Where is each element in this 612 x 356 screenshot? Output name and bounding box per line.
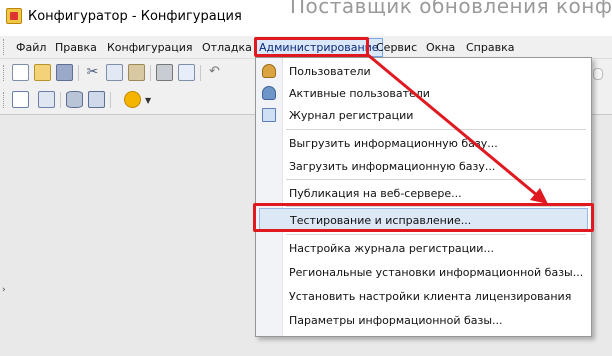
toolbar-scroll-icon[interactable] xyxy=(593,68,603,80)
cut-icon[interactable]: ✂ xyxy=(84,64,101,81)
toolbar-separator xyxy=(200,65,201,81)
menu-configuration[interactable]: Конфигурация xyxy=(107,41,193,54)
toolbar-separator xyxy=(150,65,151,81)
table-icon[interactable] xyxy=(12,91,29,108)
menu-item-label: Установить настройки клиента лицензирова… xyxy=(289,290,572,303)
menu-item-event-log[interactable]: Журнал регистрации xyxy=(256,104,591,126)
menu-item-label: Журнал регистрации xyxy=(289,109,414,122)
new-document-icon[interactable] xyxy=(12,64,29,81)
title-bar: Конфигуратор - Конфигурация Поставщик об… xyxy=(0,0,612,36)
active-users-icon xyxy=(262,86,276,100)
configurator-window: Конфигуратор - Конфигурация Поставщик об… xyxy=(0,0,612,356)
menu-item-users[interactable]: Пользователи xyxy=(256,60,591,82)
menu-item-export-infobase[interactable]: Выгрузить информационную базу... xyxy=(256,132,591,154)
menu-item-web-publish[interactable]: Публикация на веб-сервере... xyxy=(256,182,591,204)
menu-item-label: Региональные установки информационной ба… xyxy=(289,266,584,279)
menu-item-label: Настройка журнала регистрации... xyxy=(289,242,494,255)
menubar-grip[interactable] xyxy=(3,39,7,55)
menu-item-license-client-settings[interactable]: Установить настройки клиента лицензирова… xyxy=(256,285,591,307)
annotation-menu-highlight xyxy=(254,37,369,57)
menu-item-active-users[interactable]: Активные пользователи xyxy=(256,82,591,104)
menu-separator xyxy=(286,129,586,130)
window-title: Конфигуратор - Конфигурация xyxy=(28,9,242,24)
database-icon[interactable] xyxy=(66,91,83,108)
annotation-item-highlight xyxy=(253,203,594,232)
run-icon[interactable] xyxy=(124,91,141,108)
menu-service[interactable]: Сервис xyxy=(376,41,417,54)
background-heading-text: Поставщик обновления конфигур xyxy=(290,0,612,18)
open-folder-icon[interactable] xyxy=(34,64,51,81)
menu-item-label: Пользователи xyxy=(289,65,371,78)
journal-icon xyxy=(262,108,276,122)
save-icon[interactable] xyxy=(56,64,73,81)
toolbar-grip[interactable] xyxy=(3,65,7,81)
menu-item-label: Параметры информационной базы... xyxy=(289,314,503,327)
menu-item-import-infobase[interactable]: Загрузить информационную базу... xyxy=(256,155,591,177)
toolbar-separator xyxy=(110,92,111,108)
menu-item-label: Публикация на веб-сервере... xyxy=(289,187,462,200)
print-icon[interactable] xyxy=(156,64,173,81)
menu-item-regional-settings[interactable]: Региональные установки информационной ба… xyxy=(256,261,591,283)
menu-windows[interactable]: Окна xyxy=(426,41,455,54)
paste-icon[interactable] xyxy=(128,64,145,81)
menu-separator xyxy=(286,234,586,235)
toolbar-separator xyxy=(78,65,79,81)
app-logo-icon xyxy=(6,8,22,24)
menu-help[interactable]: Справка xyxy=(466,41,514,54)
menu-item-label: Загрузить информационную базу... xyxy=(289,160,496,173)
side-marker-icon: › xyxy=(2,285,6,295)
toolbar-grip[interactable] xyxy=(3,92,7,108)
menu-item-event-log-settings[interactable]: Настройка журнала регистрации... xyxy=(256,237,591,259)
undo-icon[interactable]: ↶ xyxy=(206,64,223,81)
menu-file[interactable]: Файл xyxy=(16,41,46,54)
menu-edit[interactable]: Правка xyxy=(55,41,97,54)
grid-icon[interactable] xyxy=(38,91,55,108)
copy-icon[interactable] xyxy=(106,64,123,81)
user-icon xyxy=(262,64,276,78)
toolbar-separator xyxy=(60,92,61,108)
chevron-down-icon[interactable]: ▼ xyxy=(145,96,151,105)
menu-item-label: Выгрузить информационную базу... xyxy=(289,137,498,150)
menu-item-infobase-parameters[interactable]: Параметры информационной базы... xyxy=(256,309,591,331)
window-icon[interactable] xyxy=(88,91,105,108)
print-preview-icon[interactable] xyxy=(178,64,195,81)
menu-item-label: Активные пользователи xyxy=(289,87,430,100)
menu-separator xyxy=(286,179,586,180)
menu-debug[interactable]: Отладка xyxy=(202,41,252,54)
administration-dropdown-menu: Пользователи Активные пользователи Журна… xyxy=(255,57,592,337)
